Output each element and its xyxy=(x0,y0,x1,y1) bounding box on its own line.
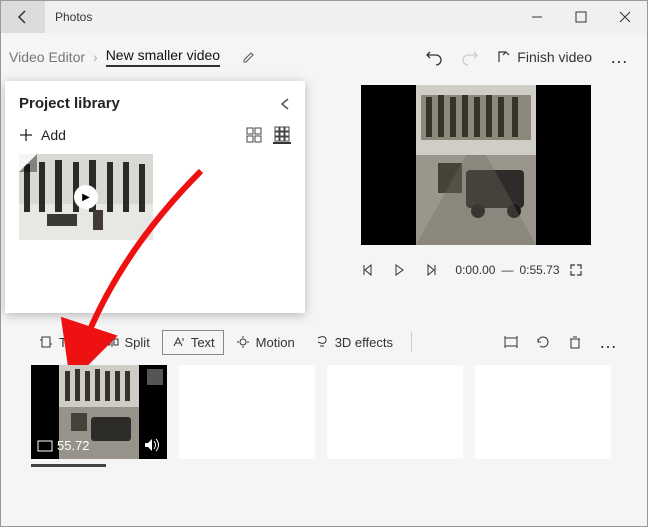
app-title: Photos xyxy=(55,10,92,24)
folded-corner-icon xyxy=(19,154,37,172)
header-row: Video Editor › New smaller video Finish … xyxy=(1,33,647,81)
library-thumbnail[interactable]: ▶ xyxy=(19,154,153,240)
split-button[interactable]: Split xyxy=(97,331,158,354)
clip-duration: 55.72 xyxy=(57,438,90,453)
text-label: Text xyxy=(191,335,215,350)
rename-icon[interactable] xyxy=(242,50,256,64)
finish-video-label: Finish video xyxy=(517,49,592,65)
more-button[interactable]: … xyxy=(610,47,629,68)
3d-effects-label: 3D effects xyxy=(335,335,393,350)
trim-label: Trim xyxy=(59,335,85,350)
top-actions: Finish video … xyxy=(425,47,629,68)
resize-button[interactable] xyxy=(503,334,519,350)
motion-button[interactable]: Motion xyxy=(228,331,303,354)
grid-large-icon[interactable] xyxy=(245,126,263,144)
time-separator: — xyxy=(501,263,513,277)
play-icon: ▶ xyxy=(74,185,98,209)
finish-video-button[interactable]: Finish video xyxy=(497,49,592,65)
fullscreen-button[interactable] xyxy=(569,263,591,277)
clip-checkbox[interactable] xyxy=(147,369,163,385)
preview-video[interactable] xyxy=(361,85,591,245)
3d-effects-button[interactable]: 3D effects xyxy=(307,331,401,354)
maximize-button[interactable] xyxy=(559,1,603,33)
play-button[interactable] xyxy=(392,263,414,277)
redo-button xyxy=(461,48,479,66)
toolbar-separator xyxy=(411,332,412,352)
current-time: 0:00.00 xyxy=(455,263,495,277)
add-label: Add xyxy=(41,127,66,143)
storyboard-clip[interactable]: 55.72 xyxy=(31,365,167,459)
more-tools-button[interactable]: … xyxy=(599,332,617,353)
motion-label: Motion xyxy=(256,335,295,350)
storyboard: 55.72 xyxy=(1,365,647,473)
duration: 0:55.73 xyxy=(519,263,559,277)
split-label: Split xyxy=(125,335,150,350)
preview-area: 0:00.00 — 0:55.73 xyxy=(305,81,647,313)
minimize-button[interactable] xyxy=(515,1,559,33)
storyboard-placeholder[interactable] xyxy=(327,365,463,459)
delete-button[interactable] xyxy=(567,334,583,350)
undo-button[interactable] xyxy=(425,48,443,66)
prev-frame-button[interactable] xyxy=(361,263,383,277)
aspect-icon xyxy=(37,440,53,452)
back-button[interactable] xyxy=(1,1,45,33)
text-button[interactable]: Text xyxy=(162,330,224,355)
storyboard-toolbar: Trim Split Text Motion 3D effects … xyxy=(1,319,647,365)
next-frame-button[interactable] xyxy=(424,263,446,277)
player-controls: 0:00.00 — 0:55.73 xyxy=(361,263,591,277)
rotate-button[interactable] xyxy=(535,334,551,350)
chevron-right-icon: › xyxy=(93,49,98,65)
project-library-title: Project library xyxy=(19,95,120,112)
collapse-panel-button[interactable] xyxy=(279,97,291,111)
storyboard-placeholder[interactable] xyxy=(475,365,611,459)
trim-button[interactable]: Trim xyxy=(31,331,93,354)
grid-small-icon[interactable] xyxy=(273,126,291,144)
volume-icon[interactable] xyxy=(143,437,161,453)
storyboard-placeholder[interactable] xyxy=(179,365,315,459)
close-button[interactable] xyxy=(603,1,647,33)
breadcrumb-root[interactable]: Video Editor xyxy=(9,49,85,65)
add-button[interactable]: Add xyxy=(19,127,66,143)
project-library-panel: Project library Add xyxy=(5,81,305,313)
breadcrumb: Video Editor › New smaller video xyxy=(9,47,256,67)
breadcrumb-current: New smaller video xyxy=(106,47,220,67)
titlebar: Photos xyxy=(1,1,647,33)
